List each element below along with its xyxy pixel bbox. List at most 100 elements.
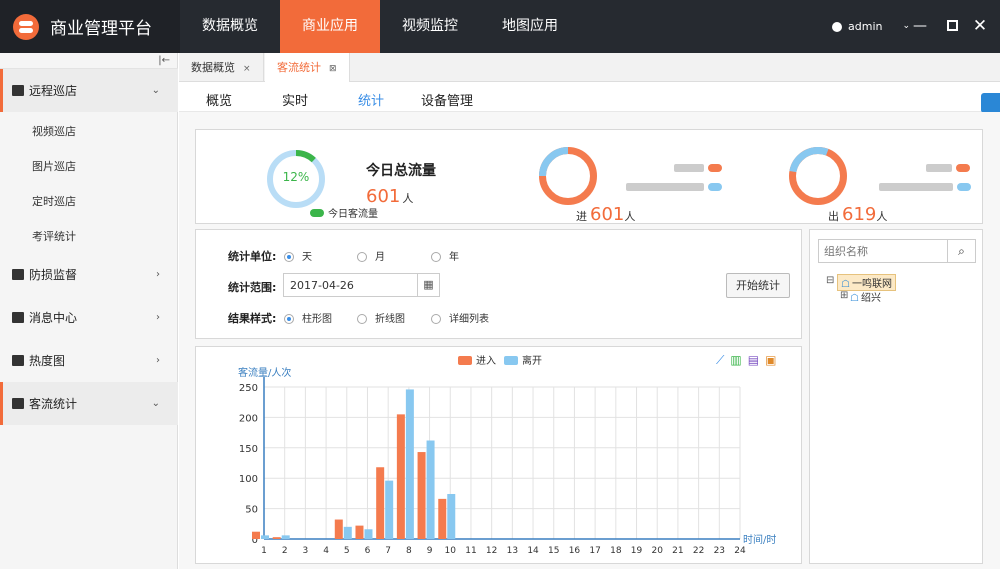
unit-month-radio[interactable]: 月 xyxy=(357,248,385,263)
blurred-text xyxy=(626,183,704,191)
ratio-ring: 12% xyxy=(267,150,325,208)
out-legend xyxy=(626,180,722,194)
x-tick-label: 2 xyxy=(282,546,288,556)
x-tick-label: 8 xyxy=(406,546,412,556)
maximize-icon[interactable] xyxy=(944,18,960,35)
tab-label: 数据概览 xyxy=(191,61,235,74)
sidebar-item-messages[interactable]: 消息中心 › xyxy=(0,296,178,339)
unit-label: 人 xyxy=(876,210,888,223)
content-area: 12% 今日客流量 今日总流量 601 人 进 601人 出 619人 统计单位: 天… xyxy=(179,112,1000,569)
bar-out xyxy=(385,480,394,539)
x-axis-label: 时间/时 xyxy=(743,533,776,546)
bar-in xyxy=(252,531,260,539)
share-icon[interactable] xyxy=(981,93,1000,113)
org-search-input[interactable] xyxy=(819,240,947,262)
org-icon: ☖ xyxy=(850,293,859,304)
save-image-icon[interactable]: ▣ xyxy=(765,353,776,368)
people-flow-icon xyxy=(12,398,24,409)
sidebar-item-remote-patrol[interactable]: 远程巡店 ⌄ xyxy=(0,69,178,112)
out-arc xyxy=(789,147,847,205)
sidebar-item-heatmap[interactable]: 热度图 › xyxy=(0,339,178,382)
bar-in xyxy=(438,498,447,539)
bar-out xyxy=(261,535,269,539)
x-tick-label: 12 xyxy=(486,546,497,556)
sidebar-item-traffic-stats[interactable]: 客流统计 ⌄ xyxy=(0,382,178,425)
sidebar-sub-image-patrol[interactable]: 图片巡店 xyxy=(32,158,76,174)
y-tick-label: 200 xyxy=(239,413,258,424)
result-style-label: 结果样式: xyxy=(228,312,277,325)
radio-icon[interactable] xyxy=(284,252,294,262)
data-view-icon[interactable]: ▤ xyxy=(748,353,759,368)
style-list-radio[interactable]: 详细列表 xyxy=(431,310,489,325)
chevron-down-icon[interactable]: ⌄ xyxy=(902,0,910,53)
tab-label: 客流统计 xyxy=(277,61,321,74)
x-tick-label: 15 xyxy=(548,546,559,556)
close-tab-icon[interactable]: ⊠ xyxy=(329,64,337,74)
tree-collapse-icon[interactable]: ⊟ xyxy=(826,275,834,286)
tree-node-child[interactable]: ☖ 绍兴 xyxy=(850,289,881,304)
minimize-icon[interactable]: — xyxy=(912,18,928,34)
sidebar-item-label: 远程巡店 xyxy=(29,84,78,98)
unit-day-radio[interactable]: 天 xyxy=(284,248,312,263)
nav-business-apps[interactable]: 商业应用 xyxy=(280,0,380,53)
option-label: 柱形图 xyxy=(302,314,332,325)
bar-out xyxy=(364,529,373,539)
sidebar-collapse-icon[interactable]: |← xyxy=(0,53,178,69)
radio-icon[interactable] xyxy=(284,314,294,324)
today-traffic-legend: 今日客流量 xyxy=(306,205,378,220)
org-search: ⌕ xyxy=(818,239,976,263)
stat-range-label: 统计范围: xyxy=(228,281,277,294)
sidebar-item-label: 防损监督 xyxy=(29,268,78,282)
nav-data-overview[interactable]: 数据概览 xyxy=(180,0,280,53)
tab-data-overview[interactable]: 数据概览 × xyxy=(179,53,264,82)
close-tab-icon[interactable]: × xyxy=(243,64,251,74)
x-tick-label: 14 xyxy=(527,546,539,556)
x-tick-label: 16 xyxy=(569,546,581,556)
in-stat: 进 601人 xyxy=(576,204,635,225)
summary-panel: 12% 今日客流量 今日总流量 601 人 进 601人 出 619人 xyxy=(195,129,983,225)
search-icon[interactable]: ⌕ xyxy=(947,240,975,262)
radio-icon[interactable] xyxy=(357,314,367,324)
start-stats-button[interactable]: 开始统计 xyxy=(726,273,790,298)
option-label: 详细列表 xyxy=(449,314,489,325)
x-tick-label: 6 xyxy=(365,546,371,556)
legend-swatch xyxy=(708,164,722,172)
nav-video-monitor[interactable]: 视频监控 xyxy=(380,0,480,53)
radio-icon[interactable] xyxy=(431,252,441,262)
close-icon[interactable]: ✕ xyxy=(972,18,988,35)
nav-map-apps[interactable]: 地图应用 xyxy=(480,0,580,53)
unit-label: 人 xyxy=(402,192,414,205)
tab-traffic-stats[interactable]: 客流统计 ⊠ xyxy=(265,53,350,82)
option-label: 天 xyxy=(302,252,312,263)
main-nav: 数据概览 商业应用 视频监控 地图应用 xyxy=(180,0,580,53)
y-tick-label: 150 xyxy=(239,444,258,455)
sidebar-sub-video-patrol[interactable]: 视频巡店 xyxy=(32,123,76,139)
blurred-text xyxy=(926,164,952,172)
bar-chart-icon[interactable]: ▥ xyxy=(730,353,741,368)
x-tick-label: 3 xyxy=(303,546,309,556)
sidebar-sub-evaluation[interactable]: 考评统计 xyxy=(32,228,76,244)
legend-label: 今日客流量 xyxy=(328,209,378,220)
calendar-icon[interactable]: ▦ xyxy=(417,274,439,296)
y-tick-label: 50 xyxy=(245,505,258,516)
out-value: 619 xyxy=(842,204,877,225)
x-tick-label: 1 xyxy=(261,546,267,556)
out-label: 出 xyxy=(828,210,839,223)
unit-year-radio[interactable]: 年 xyxy=(431,248,459,263)
style-bar-radio[interactable]: 柱形图 xyxy=(284,310,332,325)
in-arc xyxy=(539,147,597,205)
date-field[interactable]: 2017-04-26 ▦ xyxy=(283,273,440,297)
line-chart-icon[interactable]: ⟋ xyxy=(716,353,724,368)
sidebar-item-loss-prevention[interactable]: 防损监督 › xyxy=(0,253,178,296)
bar-out xyxy=(426,440,435,539)
date-value: 2017-04-26 xyxy=(290,279,354,292)
radio-icon[interactable] xyxy=(357,252,367,262)
app-title: 商业管理平台 xyxy=(50,19,152,39)
sidebar-sub-timed-patrol[interactable]: 定时巡店 xyxy=(32,193,76,209)
tree-expand-icon[interactable]: ⊞ xyxy=(840,290,848,301)
x-tick-label: 4 xyxy=(323,546,329,556)
x-tick-label: 18 xyxy=(610,546,622,556)
style-line-radio[interactable]: 折线图 xyxy=(357,310,405,325)
radio-icon[interactable] xyxy=(431,314,441,324)
user-menu[interactable]: admin ⌄ xyxy=(832,0,910,53)
